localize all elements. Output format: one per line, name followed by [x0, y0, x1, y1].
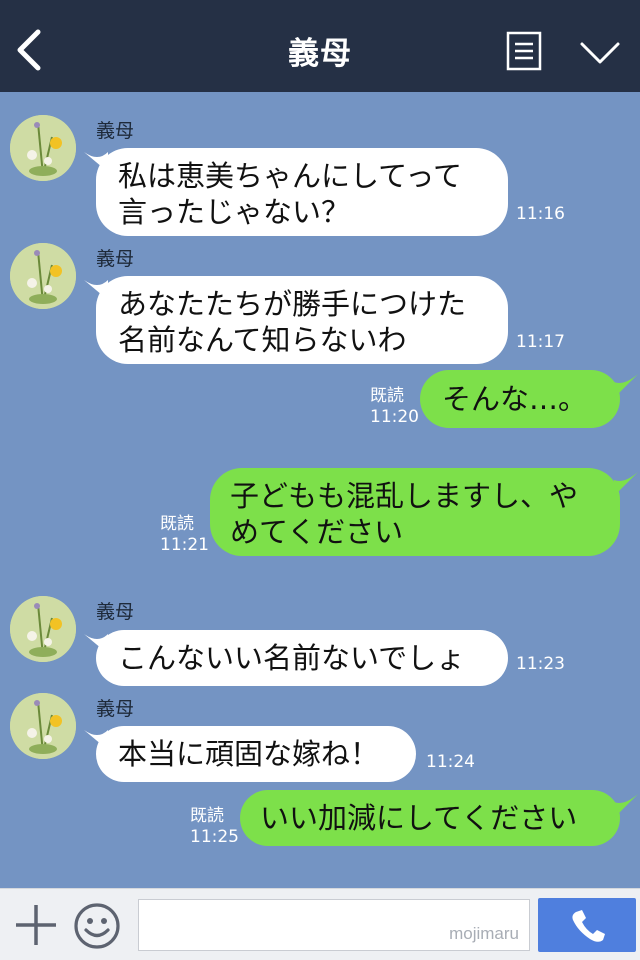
watermark: mojimaru [449, 924, 519, 943]
emoji-button[interactable] [72, 901, 122, 951]
message-list[interactable]: 義母 私は恵美ちゃんにしてって 言ったじゃない？ 11:16 義母 あなたたちが… [0, 92, 640, 888]
message-time: 11:23 [516, 654, 565, 674]
message-line: 本当に頑固な嫁ね！ [118, 737, 380, 771]
chat-header: 義母 [0, 0, 640, 92]
message-time: 11:16 [516, 204, 565, 224]
flower-avatar-icon [10, 693, 76, 759]
message-bubble[interactable]: そんな…。 [420, 370, 620, 428]
message-time: 11:24 [426, 752, 475, 772]
message-bubble[interactable]: 私は恵美ちゃんにしてって 言ったじゃない？ [96, 148, 508, 236]
message-bubble[interactable]: 本当に頑固な嫁ね！ [96, 726, 416, 782]
sender-name: 義母 [96, 698, 135, 720]
avatar[interactable] [10, 115, 76, 181]
collapse-button[interactable] [578, 36, 622, 68]
message-input[interactable]: mojimaru [138, 899, 530, 951]
message-bubble[interactable]: いい加減にしてください [240, 790, 620, 846]
flower-avatar-icon [10, 596, 76, 662]
read-receipt: 既読 [190, 806, 224, 826]
phone-icon [572, 910, 605, 942]
add-attachment-button[interactable] [14, 903, 58, 947]
message-bubble[interactable]: こんないい名前ないでしょ [96, 630, 508, 686]
read-receipt: 既読 [370, 386, 404, 406]
read-receipt: 既読 [160, 514, 194, 534]
bubble-tail [614, 374, 638, 398]
message-meta: 既読 11:21 [160, 514, 209, 556]
flower-avatar-icon [10, 115, 76, 181]
message-line: いい加減にしてください [260, 801, 578, 835]
message-bubble[interactable]: あなたたちが勝手につけた 名前なんて知らないわ [96, 276, 508, 364]
sender-name: 義母 [96, 248, 135, 270]
flower-avatar-icon [10, 243, 76, 309]
call-button[interactable] [538, 898, 636, 952]
message-meta: 既読 11:20 [370, 386, 419, 428]
message-meta: 既読 11:25 [190, 806, 239, 848]
smiley-icon [74, 903, 120, 949]
avatar[interactable] [10, 596, 76, 662]
message-time: 11:21 [160, 535, 209, 555]
message-line: そんな…。 [442, 382, 588, 416]
menu-button[interactable] [506, 31, 542, 71]
message-time: 11:17 [516, 332, 565, 352]
message-time: 11:25 [190, 827, 239, 847]
menu-icon [506, 31, 542, 71]
message-composer: mojimaru [0, 888, 640, 960]
sender-name: 義母 [96, 601, 135, 623]
message-line: 言ったじゃない？ [118, 195, 351, 229]
message-line: 子どもも混乱しますし、や [230, 479, 579, 513]
avatar[interactable] [10, 693, 76, 759]
chevron-down-icon [580, 42, 620, 64]
message-bubble[interactable]: 子どもも混乱しますし、や めてください [210, 468, 620, 556]
bubble-tail [614, 794, 638, 818]
message-line: 私は恵美ちゃんにしてって [118, 159, 462, 193]
chat-title: 義母 [288, 36, 352, 72]
plus-icon [16, 905, 56, 945]
message-line: あなたたちが勝手につけた [118, 287, 467, 321]
bubble-tail [614, 472, 638, 496]
avatar[interactable] [10, 243, 76, 309]
sender-name: 義母 [96, 120, 135, 142]
message-line: 名前なんて知らないわ [118, 323, 407, 357]
message-line: こんないい名前ないでしょ [118, 641, 466, 675]
message-time: 11:20 [370, 407, 419, 427]
message-line: めてください [230, 515, 404, 549]
